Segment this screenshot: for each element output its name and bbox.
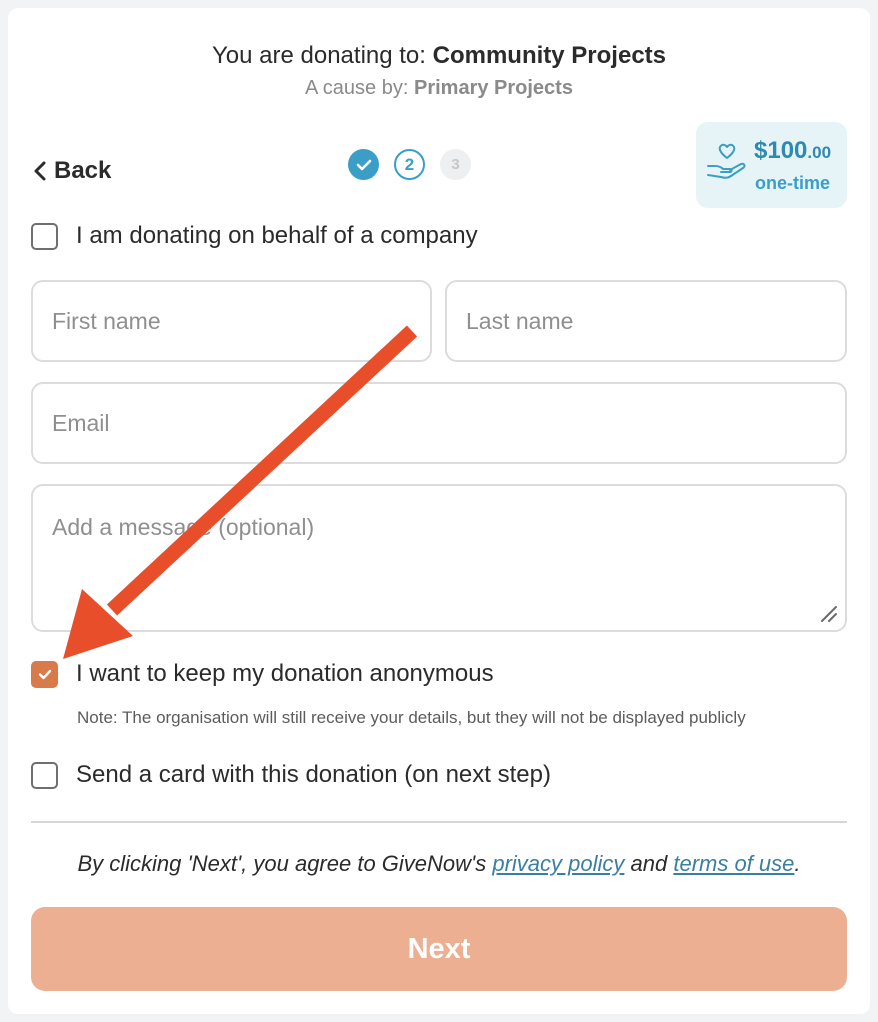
check-icon <box>356 159 371 170</box>
first-name-placeholder: First name <box>52 307 161 334</box>
company-checkbox-row[interactable]: I am donating on behalf of a company <box>31 222 478 250</box>
message-placeholder: Add a message (optional) <box>52 514 315 540</box>
next-button[interactable]: Next <box>31 907 847 991</box>
heart-hand-icon <box>707 143 746 179</box>
first-name-field[interactable]: First name <box>31 280 432 362</box>
anonymous-checkbox-row[interactable]: I want to keep my donation anonymous <box>31 660 494 688</box>
terms-of-use-link[interactable]: terms of use <box>673 851 794 876</box>
last-name-field[interactable]: Last name <box>445 280 847 362</box>
step-3-upcoming: 3 <box>440 149 471 180</box>
legal-agreement-text: By clicking 'Next', you agree to GiveNow… <box>77 851 801 876</box>
cause-name: Community Projects <box>432 42 667 69</box>
message-textarea[interactable]: Add a message (optional) <box>31 484 847 632</box>
cause-by-subheading: A cause by: Primary Projects <box>305 77 573 99</box>
amount-value: $100.00 <box>754 137 832 164</box>
organisation-name: Primary Projects <box>413 77 573 99</box>
amount-frequency: one-time <box>755 173 831 193</box>
back-label: Back <box>54 157 112 184</box>
donation-form-card: You are donating to: Community Projects … <box>8 8 870 1014</box>
chevron-left-icon <box>34 161 46 181</box>
divider <box>31 821 847 823</box>
company-checkbox-label: I am donating on behalf of a company <box>76 222 478 249</box>
send-card-checkbox-label: Send a card with this donation (on next … <box>76 761 551 788</box>
donation-amount-summary: $100.00 one-time <box>696 122 847 208</box>
privacy-policy-link[interactable]: privacy policy <box>492 851 624 876</box>
donating-to-heading: You are donating to: Community Projects <box>211 42 667 69</box>
anonymous-note: Note: The organisation will still receiv… <box>77 708 746 727</box>
check-icon <box>38 669 51 679</box>
email-field[interactable]: Email <box>31 382 847 464</box>
company-checkbox[interactable] <box>31 222 58 250</box>
email-placeholder: Email <box>52 409 110 436</box>
step-2-current: 2 <box>394 149 425 180</box>
anonymous-checkbox[interactable] <box>31 660 58 688</box>
resize-handle-icon[interactable] <box>819 604 837 622</box>
send-card-checkbox[interactable] <box>31 761 58 789</box>
card-checkbox-row[interactable]: Send a card with this donation (on next … <box>31 761 551 789</box>
last-name-placeholder: Last name <box>466 307 574 334</box>
back-button[interactable]: Back <box>34 155 111 187</box>
step-indicator: 2 3 <box>348 149 471 180</box>
step-1-complete <box>348 149 379 180</box>
anonymous-checkbox-label: I want to keep my donation anonymous <box>76 660 494 687</box>
